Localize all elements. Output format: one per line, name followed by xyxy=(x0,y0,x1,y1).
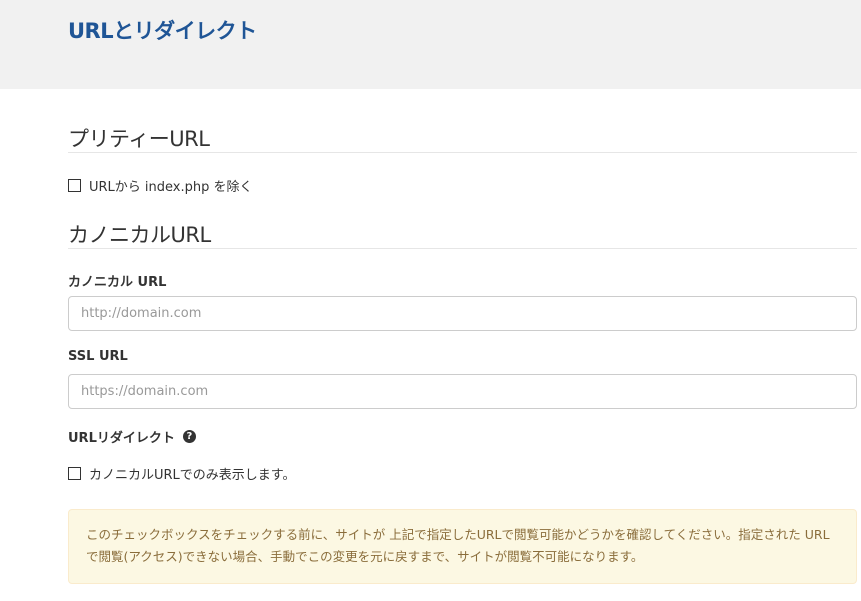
canonical-only-label: カノニカルURLでのみ表示します。 xyxy=(89,468,296,483)
warning-alert: このチェックボックスをチェックする前に、サイトが 上記で指定したURLで閲覧可能… xyxy=(68,509,857,584)
canonical-url-input[interactable] xyxy=(68,296,857,331)
canonical-url-divider xyxy=(68,248,857,249)
warning-text: このチェックボックスをチェックする前に、サイトが 上記で指定したURLで閲覧可能… xyxy=(86,527,830,564)
url-redirect-label-row: URLリダイレクト ? xyxy=(68,427,196,446)
canonical-url-heading: カノニカルURL xyxy=(68,223,211,247)
canonical-only-checkbox[interactable] xyxy=(68,467,81,480)
remove-index-checkbox-row[interactable]: URLから index.php を除く xyxy=(68,176,253,195)
ssl-url-label: SSL URL xyxy=(68,349,128,364)
canonical-only-checkbox-row[interactable]: カノニカルURLでのみ表示します。 xyxy=(68,464,296,483)
pretty-url-heading: プリティーURL xyxy=(68,127,210,151)
remove-index-checkbox[interactable] xyxy=(68,179,81,192)
page-header: URLとリダイレクト xyxy=(0,0,861,89)
url-redirect-label: URLリダイレクト xyxy=(68,431,175,446)
canonical-url-label: カノニカル URL xyxy=(68,275,167,290)
ssl-url-input[interactable] xyxy=(68,374,857,409)
remove-index-label: URLから index.php を除く xyxy=(89,180,253,195)
page-title: URLとリダイレクト xyxy=(68,19,257,43)
pretty-url-divider xyxy=(68,152,857,153)
question-circle-icon[interactable]: ? xyxy=(182,430,196,443)
